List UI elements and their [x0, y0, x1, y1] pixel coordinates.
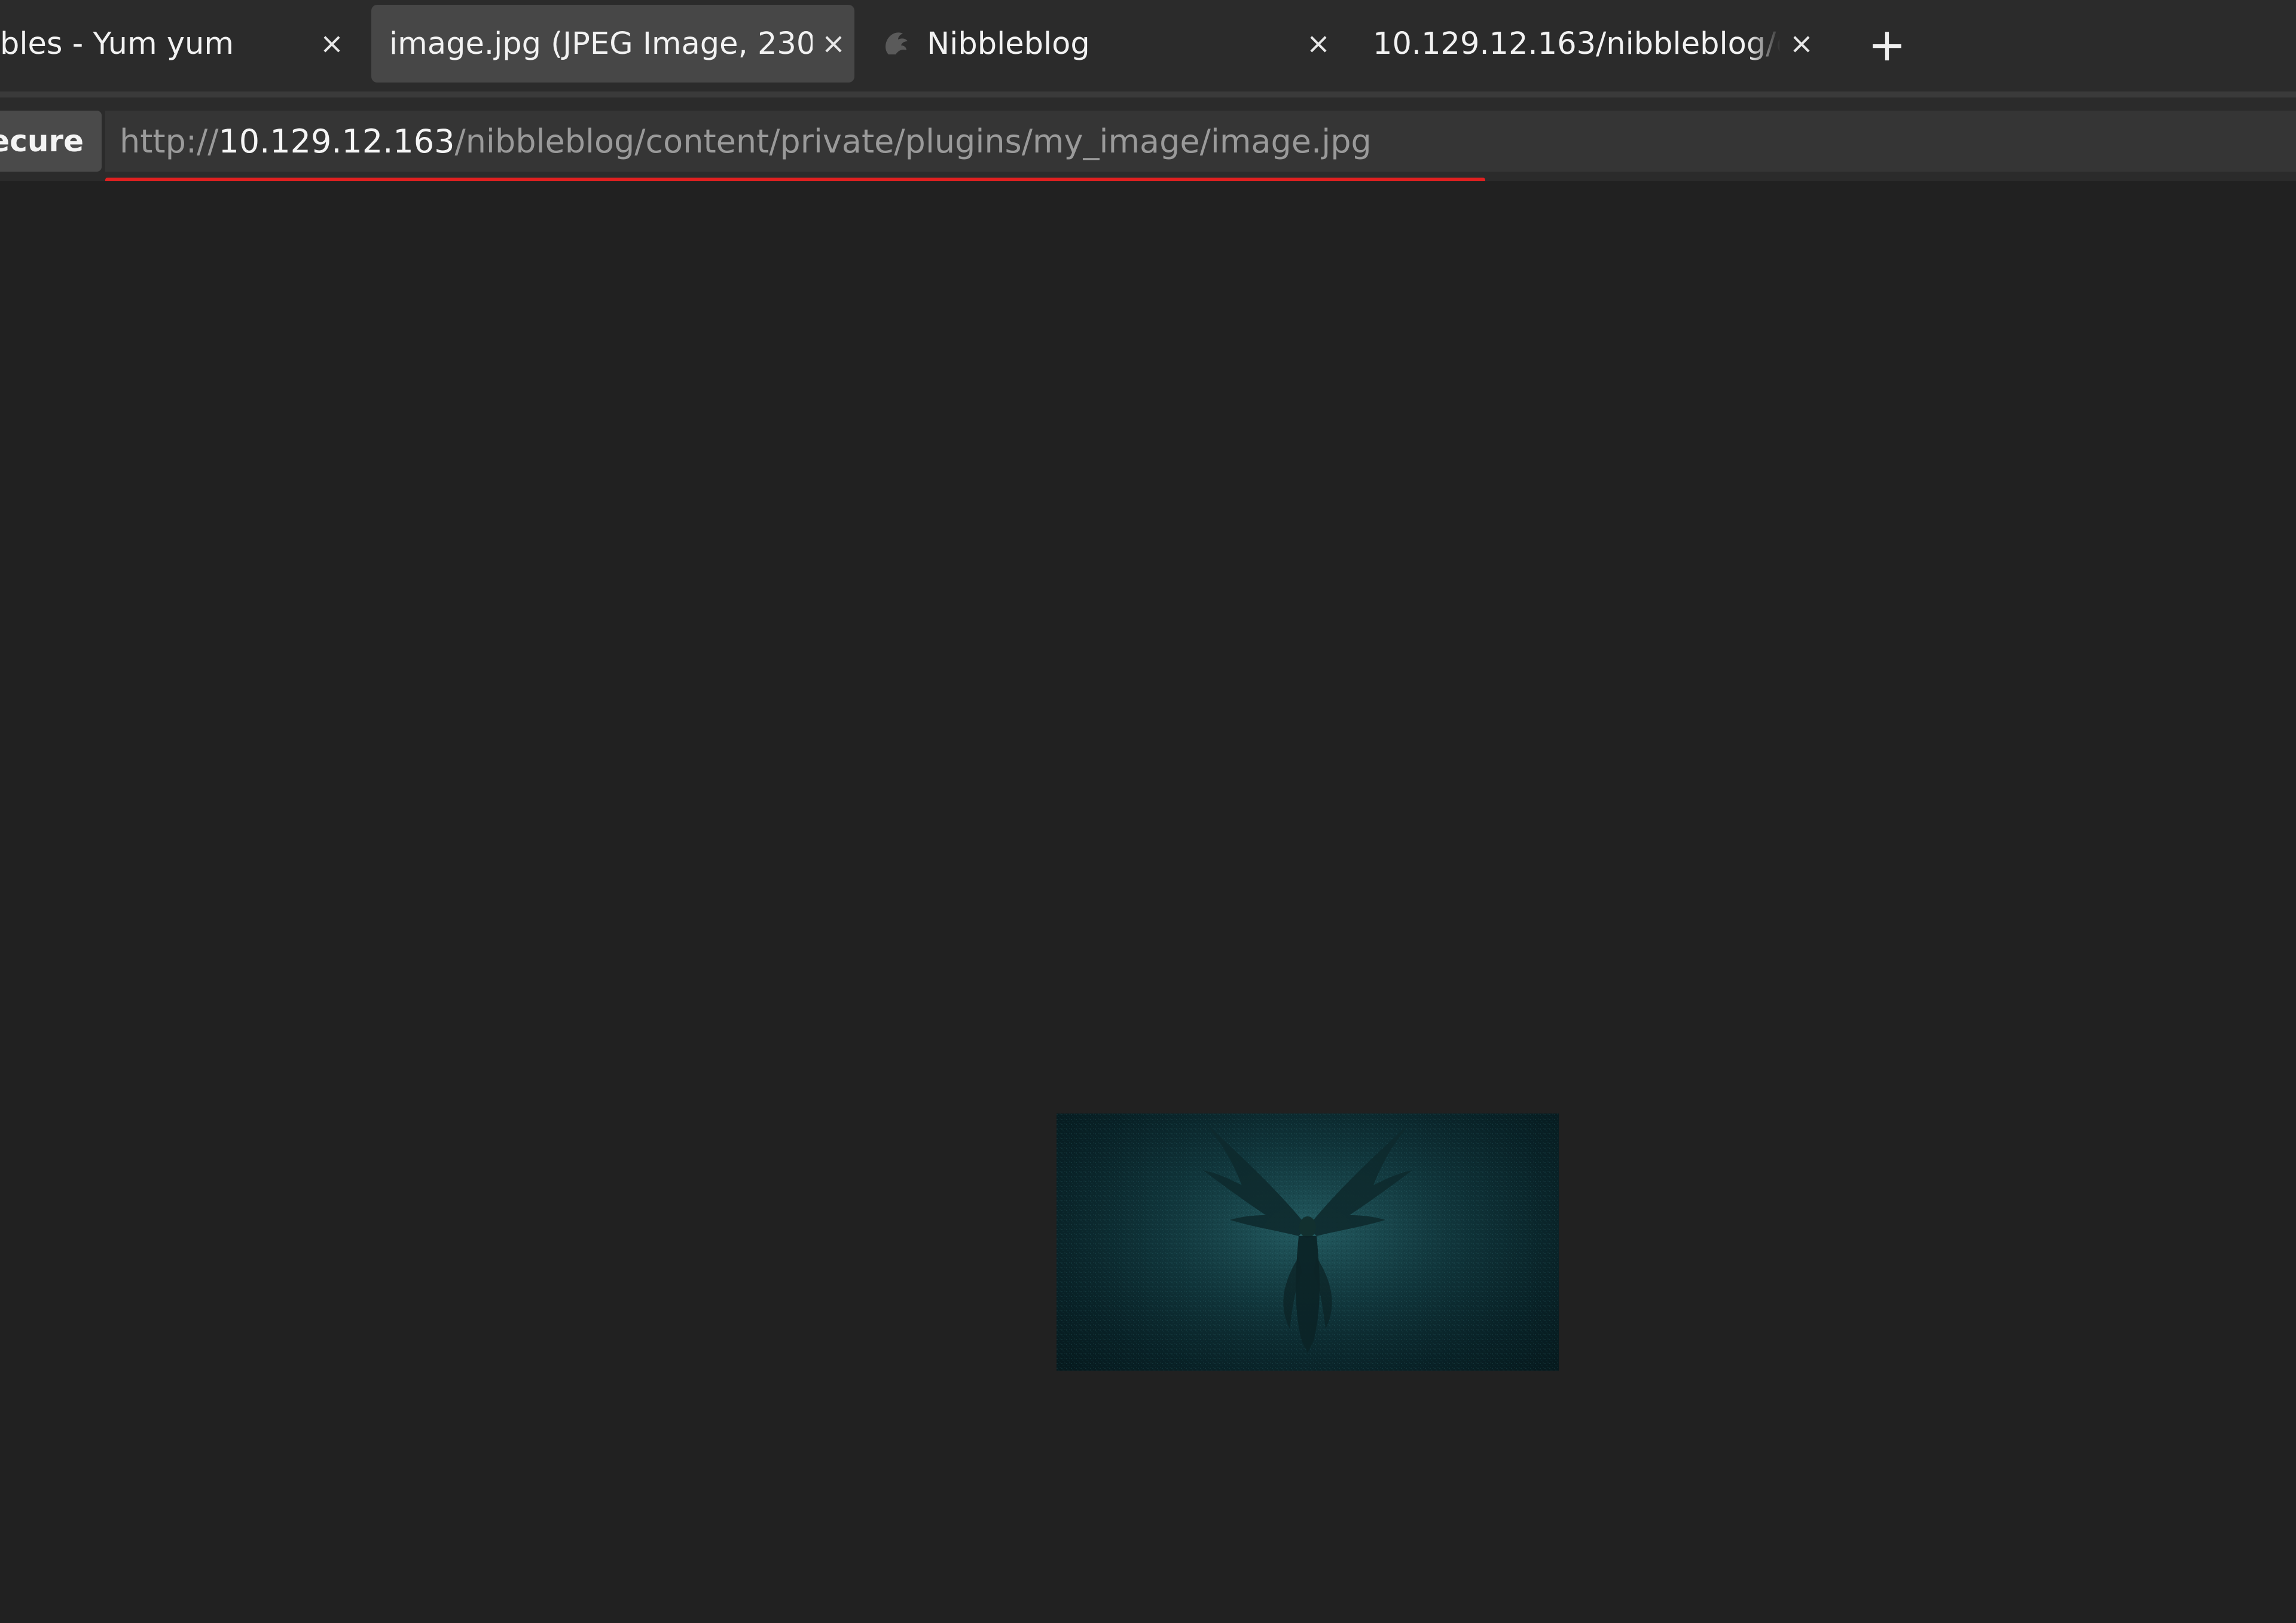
- tab-nibbleblog[interactable]: Nibbleblog ×: [867, 5, 1339, 83]
- tab-nibbleblog-url[interactable]: 10.129.12.163/nibbleblog/co ×: [1356, 5, 1822, 83]
- tab-title: Nibbleblog: [927, 26, 1090, 62]
- tab-yum-yum[interactable]: bles - Yum yum ×: [0, 5, 353, 83]
- winged-figure-image: [1057, 1113, 1559, 1371]
- page-viewport: [0, 181, 2296, 1623]
- tab-title: image.jpg (JPEG Image, 230: [389, 26, 813, 62]
- tab-title: bles - Yum yum: [0, 26, 234, 62]
- tab-strip: bles - Yum yum × image.jpg (JPEG Image, …: [0, 0, 2296, 91]
- tab-close-icon[interactable]: ×: [813, 27, 854, 60]
- security-indicator[interactable]: ecure: [0, 111, 102, 172]
- tab-close-icon[interactable]: ×: [311, 27, 353, 60]
- new-tab-button[interactable]: +: [1866, 18, 1909, 72]
- address-bar[interactable]: http://10.129.12.163/nibbleblog/content/…: [105, 111, 2296, 172]
- browser-window: bles - Yum yum × image.jpg (JPEG Image, …: [0, 0, 2296, 1623]
- url-path: /nibbleblog/content/private/plugins/my_i…: [454, 122, 1372, 160]
- nibbleblog-favicon-icon: [880, 28, 911, 59]
- url-scheme: http://: [120, 122, 219, 160]
- tab-close-icon[interactable]: ×: [1297, 27, 1339, 60]
- tab-title: 10.129.12.163/nibbleblog/co: [1373, 26, 1781, 62]
- tab-image-jpg[interactable]: image.jpg (JPEG Image, 230 ×: [371, 5, 854, 83]
- displayed-image[interactable]: [1057, 1113, 1559, 1371]
- navigation-bar: ecure http://10.129.12.163/nibbleblog/co…: [0, 91, 2296, 186]
- tab-close-icon[interactable]: ×: [1781, 27, 1822, 60]
- url-host: 10.129.12.163: [218, 122, 455, 160]
